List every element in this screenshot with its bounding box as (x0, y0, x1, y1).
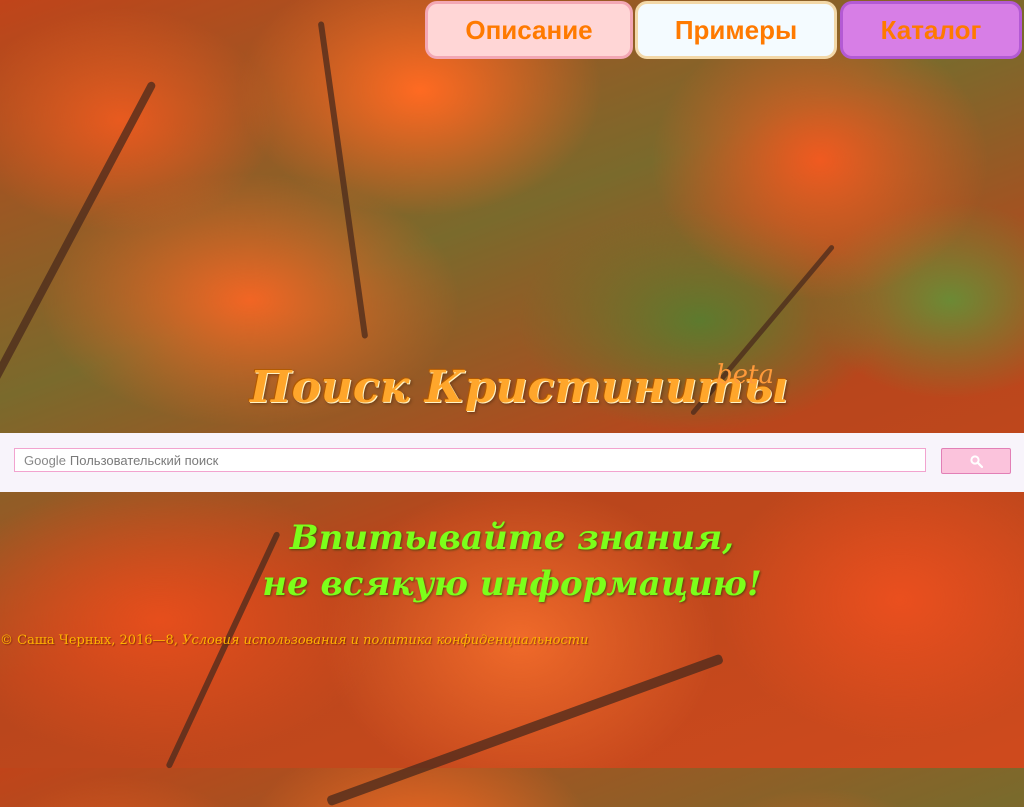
search-bar: Google Пользовательский поиск (0, 433, 1024, 492)
branch-decoration (0, 80, 157, 420)
catalog-button[interactable]: Каталог (840, 1, 1022, 59)
description-button[interactable]: Описание (425, 1, 633, 59)
page-title: Поиск Кристиниты (250, 362, 789, 413)
footer: © Саша Черных, 2016—8, Условия использов… (0, 633, 588, 648)
slogan-line-1: Впитывайте знания, (289, 518, 735, 558)
beta-badge: beta (716, 360, 774, 390)
search-button[interactable] (941, 448, 1011, 474)
search-input[interactable]: Google Пользовательский поиск (14, 448, 926, 472)
google-label: Google (24, 452, 66, 468)
examples-button[interactable]: Примеры (635, 1, 837, 59)
slogan: Впитывайте знания, не всякую информацию! (0, 515, 1024, 607)
branch-decoration (325, 653, 725, 807)
copyright-text: © Саша Черных, 2016—8, (0, 633, 183, 648)
search-placeholder: Пользовательский поиск (69, 452, 219, 468)
terms-link[interactable]: Условия использования и политика конфиде… (182, 633, 588, 648)
search-icon (969, 454, 983, 468)
branch-decoration (317, 21, 369, 339)
slogan-line-2: не всякую информацию! (262, 564, 762, 604)
